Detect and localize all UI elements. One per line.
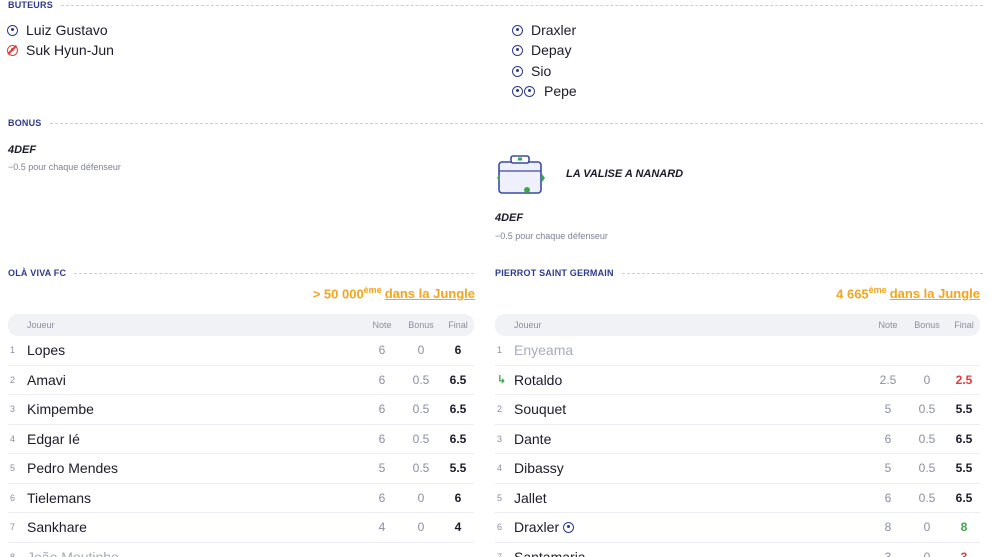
scorer-name: Suk Hyun-Jun xyxy=(26,42,114,58)
scorers-title: BUTEURS xyxy=(8,0,53,10)
scorer-home-1: Luiz Gustavo xyxy=(7,22,108,38)
table-row[interactable]: 5 Jallet 6 0.5 6.5 xyxy=(495,484,980,513)
table-row[interactable]: 6 Draxler 8 0 8 xyxy=(495,513,980,543)
away-ranking: 4 665ème dans la Jungle xyxy=(700,285,980,301)
jungle-link[interactable]: dans la Jungle xyxy=(890,286,980,301)
col-bonus: Bonus xyxy=(408,320,434,330)
scorer-name: Sio xyxy=(531,63,552,79)
player-name[interactable]: Amavi xyxy=(27,372,364,388)
player-name[interactable]: Pedro Mendes xyxy=(27,460,364,476)
rank-suffix: ème xyxy=(868,285,887,295)
col-final: Final xyxy=(954,320,974,330)
divider xyxy=(74,272,474,274)
soccer-ball-icon xyxy=(7,24,18,36)
table-header: Joueur Note Bonus Final xyxy=(495,314,980,336)
divider xyxy=(49,122,983,124)
jungle-link[interactable]: dans la Jungle xyxy=(385,286,475,301)
table-row[interactable]: 8 João Moutinho xyxy=(8,543,474,557)
player-name[interactable]: Dante xyxy=(514,431,870,447)
table-row[interactable]: 1 Lopes 6 0 6 xyxy=(8,336,474,366)
player-name[interactable]: Santamaria xyxy=(514,549,870,557)
table-row[interactable]: ↳ Rotaldo 2.5 0 2.5 xyxy=(495,366,980,395)
home-bonus-name: 4DEF xyxy=(8,144,37,156)
bonus-section-title: BONUS xyxy=(8,118,983,128)
player-name[interactable]: Jallet xyxy=(514,490,870,506)
divider xyxy=(621,272,983,274)
scorer-name: Draxler xyxy=(531,22,577,38)
player-name[interactable]: Souquet xyxy=(514,401,870,417)
player-name[interactable]: Draxler xyxy=(514,519,559,535)
soccer-ball-icon xyxy=(512,65,523,77)
rank-value: > 50 000 xyxy=(312,286,364,302)
soccer-ball-icon xyxy=(524,85,535,97)
table-row[interactable]: 4 Edgar Ié 6 0.5 6.5 xyxy=(8,425,474,454)
player-name[interactable]: Lopes xyxy=(27,342,364,358)
own-goal-icon xyxy=(7,44,18,56)
col-note: Note xyxy=(878,320,898,330)
home-bonus-desc: −0.5 pour chaque défenseur xyxy=(8,162,121,172)
soccer-ball-icon xyxy=(563,521,575,533)
table-row[interactable]: 1 Enyeama xyxy=(495,336,980,366)
away-team-name: PIERROT SAINT GERMAIN xyxy=(495,268,614,278)
scorer-away-3: Sio xyxy=(512,63,551,79)
table-row[interactable]: 4 Dibassy 5 0.5 5.5 xyxy=(495,454,980,484)
player-name-cell[interactable]: Draxler xyxy=(514,519,870,535)
briefcase-icon xyxy=(497,155,545,194)
table-row[interactable]: 2 Amavi 6 0.5 6.5 xyxy=(8,366,474,395)
substitution-arrow-icon: ↳ xyxy=(497,374,507,387)
double-goal-icon xyxy=(512,85,536,97)
scorer-away-2: Depay xyxy=(512,42,571,58)
valise-title: LA VALISE A NANARD xyxy=(566,168,684,180)
scorers-section-title: BUTEURS xyxy=(8,0,983,10)
away-bonus-name: 4DEF xyxy=(495,212,524,224)
scorer-name: Pepe xyxy=(544,83,577,99)
table-row[interactable]: 7 Sankhare 4 0 4 xyxy=(8,513,474,543)
player-name[interactable]: Tielemans xyxy=(27,490,364,506)
player-name[interactable]: Rotaldo xyxy=(514,372,870,388)
table-row[interactable]: 3 Kimpembe 6 0.5 6.5 xyxy=(8,395,474,425)
col-player: Joueur xyxy=(27,320,55,330)
col-final: Final xyxy=(448,320,468,330)
home-team-title: OLÀ VIVA FC xyxy=(8,268,474,278)
soccer-ball-icon xyxy=(512,85,523,97)
away-bonus-desc: −0.5 pour chaque défenseur xyxy=(495,231,608,241)
player-name[interactable]: João Moutinho xyxy=(27,549,364,557)
table-row[interactable]: 7 Santamaria 3 0 3 xyxy=(495,543,980,557)
scorer-name: Luiz Gustavo xyxy=(26,22,108,38)
bonus-title: BONUS xyxy=(8,118,42,128)
divider xyxy=(60,4,983,6)
col-note: Note xyxy=(372,320,392,330)
scorer-name: Depay xyxy=(531,42,572,58)
rank-value: 4 665 xyxy=(836,286,869,302)
table-row[interactable]: 2 Souquet 5 0.5 5.5 xyxy=(495,395,980,425)
away-team-title: PIERROT SAINT GERMAIN xyxy=(495,268,983,278)
rank-suffix: ème xyxy=(363,285,382,295)
col-player: Joueur xyxy=(514,320,542,330)
soccer-ball-icon xyxy=(512,44,523,56)
table-row[interactable]: 6 Tielemans 6 0 6 xyxy=(8,484,474,513)
home-players-table: Joueur Note Bonus Final 1 Lopes 6 0 6 2 … xyxy=(8,314,474,557)
player-name[interactable]: Sankhare xyxy=(27,519,364,535)
table-row[interactable]: 5 Pedro Mendes 5 0.5 5.5 xyxy=(8,454,474,484)
scorer-home-2: Suk Hyun-Jun xyxy=(7,42,114,58)
player-name[interactable]: Enyeama xyxy=(514,342,870,358)
table-row[interactable]: 3 Dante 6 0.5 6.5 xyxy=(495,425,980,454)
away-players-table: Joueur Note Bonus Final 1 Enyeama ↳ Rota… xyxy=(495,314,980,557)
col-bonus: Bonus xyxy=(914,320,940,330)
player-name[interactable]: Kimpembe xyxy=(27,401,364,417)
soccer-ball-icon xyxy=(512,24,523,36)
scorer-away-1: Draxler xyxy=(512,22,576,38)
home-ranking: > 50 000ème dans la Jungle xyxy=(200,285,475,301)
player-name[interactable]: Edgar Ié xyxy=(27,431,364,447)
home-team-name: OLÀ VIVA FC xyxy=(8,268,67,278)
scorer-away-4: Pepe xyxy=(512,83,577,99)
table-header: Joueur Note Bonus Final xyxy=(8,314,474,336)
player-name[interactable]: Dibassy xyxy=(514,460,870,476)
